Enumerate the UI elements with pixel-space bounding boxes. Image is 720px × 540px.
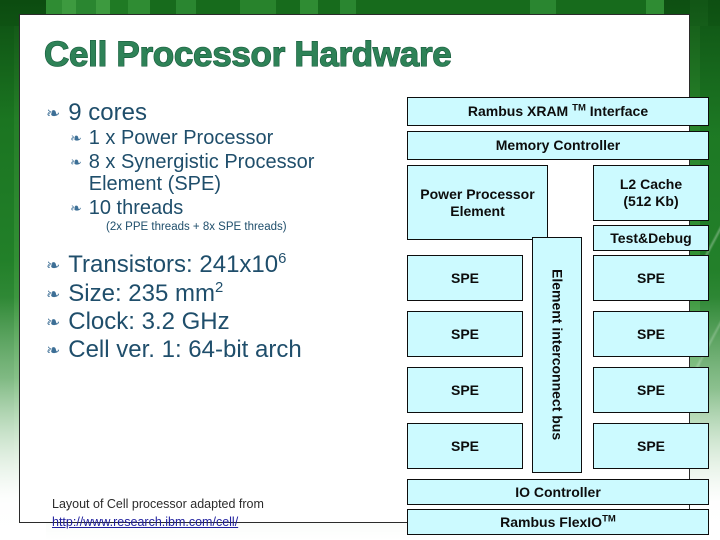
diagram-box-ppe-label: Power Processor Element [420, 185, 535, 219]
bullet-power-processor-label: 1 x Power Processor [88, 127, 274, 150]
diagram-box-test-debug-label: Test&Debug [610, 229, 692, 246]
diagram-box-power-processor-element: Power Processor Element [407, 165, 548, 240]
fact-size-label: Size: 235 mm2 [68, 279, 224, 307]
diagram-box-spe-label: SPE [450, 325, 479, 342]
bullet-glyph-icon: ❧ [46, 104, 61, 124]
diagram-box-test-debug: Test&Debug [593, 225, 709, 251]
diagram-box-spe-left-1: SPE [407, 255, 523, 301]
slide-root: Cell Processor Hardware ❧ 9 cores ❧ 1 x … [0, 0, 720, 540]
bullet-glyph-icon: ❧ [46, 284, 61, 305]
diagram-box-rambus-xram: Rambus XRAM TM Interface [407, 97, 709, 126]
diagram-box-spe-label: SPE [450, 381, 479, 398]
bullet-glyph-icon: ❧ [70, 131, 82, 148]
diagram-box-spe-label: SPE [450, 269, 479, 286]
diagram-box-spe-right-4: SPE [593, 423, 709, 469]
diagram-box-spe-left-4: SPE [407, 423, 523, 469]
bullet-glyph-icon: ❧ [70, 154, 82, 171]
threads-note: (2x PPE threads + 8x SPE threads) [106, 221, 287, 234]
credit-block: Layout of Cell processor adapted from ht… [52, 496, 264, 532]
bullet-threads-label: 10 threads [88, 196, 184, 219]
diagram-box-l2-cache-label: L2 Cache (512 Kb) [619, 176, 683, 209]
bullet-threads: ❧ 10 threads [70, 197, 390, 219]
diagram-box-spe-left-3: SPE [407, 367, 523, 413]
diagram-box-io-controller-label: IO Controller [515, 483, 601, 500]
bullet-glyph-icon: ❧ [46, 341, 61, 362]
diagram-box-spe-label: SPE [636, 325, 665, 342]
diagram-box-spe-left-2: SPE [407, 311, 523, 357]
credit-line: Layout of Cell processor adapted from [52, 497, 264, 511]
fact-clock: ❧ Clock: 3.2 GHz [46, 307, 390, 335]
bullet-spe-label: 8 x Synergistic Processor Element (SPE) [88, 150, 315, 196]
fact-size-exponent: 2 [214, 279, 224, 296]
trademark-icon: TM [572, 102, 586, 114]
diagram-bus-label: Element interconnect bus [549, 269, 566, 441]
diagram-box-spe-right-1: SPE [593, 255, 709, 301]
fact-cell-version-label: Cell ver. 1: 64-bit arch [68, 336, 302, 364]
bullet-glyph-icon: ❧ [70, 200, 82, 217]
bullet-glyph-icon: ❧ [46, 256, 61, 277]
diagram-box-memory-controller: Memory Controller [407, 131, 709, 160]
diagram-box-rambus-flexio-label: Rambus FlexIOTM [500, 513, 616, 530]
diagram-box-io-controller: IO Controller [407, 479, 709, 505]
bullet-spacer [40, 239, 390, 251]
fact-list: ❧ Transistors: 241x106 ❧ Size: 235 mm2 ❧… [40, 251, 390, 364]
diagram-box-spe-label: SPE [636, 437, 665, 454]
trademark-icon: TM [602, 513, 616, 525]
bullet-cores: ❧ 9 cores [46, 99, 390, 126]
diagram-box-spe-label: SPE [636, 381, 665, 398]
fact-transistors-exponent: 6 [278, 251, 287, 268]
fact-transistors-label: Transistors: 241x106 [68, 251, 287, 279]
bullet-spe: ❧ 8 x Synergistic Processor Element (SPE… [70, 151, 390, 196]
page-title: Cell Processor Hardware [43, 34, 452, 74]
cell-processor-diagram: Rambus XRAM TM Interface Memory Controll… [407, 97, 709, 535]
bullet-cores-label: 9 cores [68, 99, 147, 126]
fact-size: ❧ Size: 235 mm2 [46, 279, 390, 307]
bullet-glyph-icon: ❧ [46, 312, 61, 333]
credit-link[interactable]: http://www.research.ibm.com/cell/ [52, 515, 238, 529]
diagram-box-spe-right-2: SPE [593, 311, 709, 357]
bullet-power-processor: ❧ 1 x Power Processor [70, 127, 390, 149]
bullet-list: ❧ 9 cores ❧ 1 x Power Processor ❧ 8 x Sy… [40, 99, 390, 367]
diagram-box-rambus-xram-label: Rambus XRAM TM Interface [467, 102, 649, 120]
content-panel: Cell Processor Hardware ❧ 9 cores ❧ 1 x … [19, 14, 709, 535]
diagram-box-l2-cache: L2 Cache (512 Kb) [593, 165, 709, 221]
diagram-box-spe-label: SPE [636, 269, 665, 286]
diagram-box-memory-controller-label: Memory Controller [495, 137, 621, 154]
fact-transistors: ❧ Transistors: 241x106 [46, 251, 390, 279]
diagram-box-rambus-flexio: Rambus FlexIOTM [407, 509, 709, 535]
diagram-box-element-interconnect-bus: Element interconnect bus [532, 237, 582, 473]
diagram-box-spe-label: SPE [450, 437, 479, 454]
fact-clock-label: Clock: 3.2 GHz [68, 307, 230, 335]
fact-cell-version: ❧ Cell ver. 1: 64-bit arch [46, 336, 390, 364]
diagram-box-spe-right-3: SPE [593, 367, 709, 413]
